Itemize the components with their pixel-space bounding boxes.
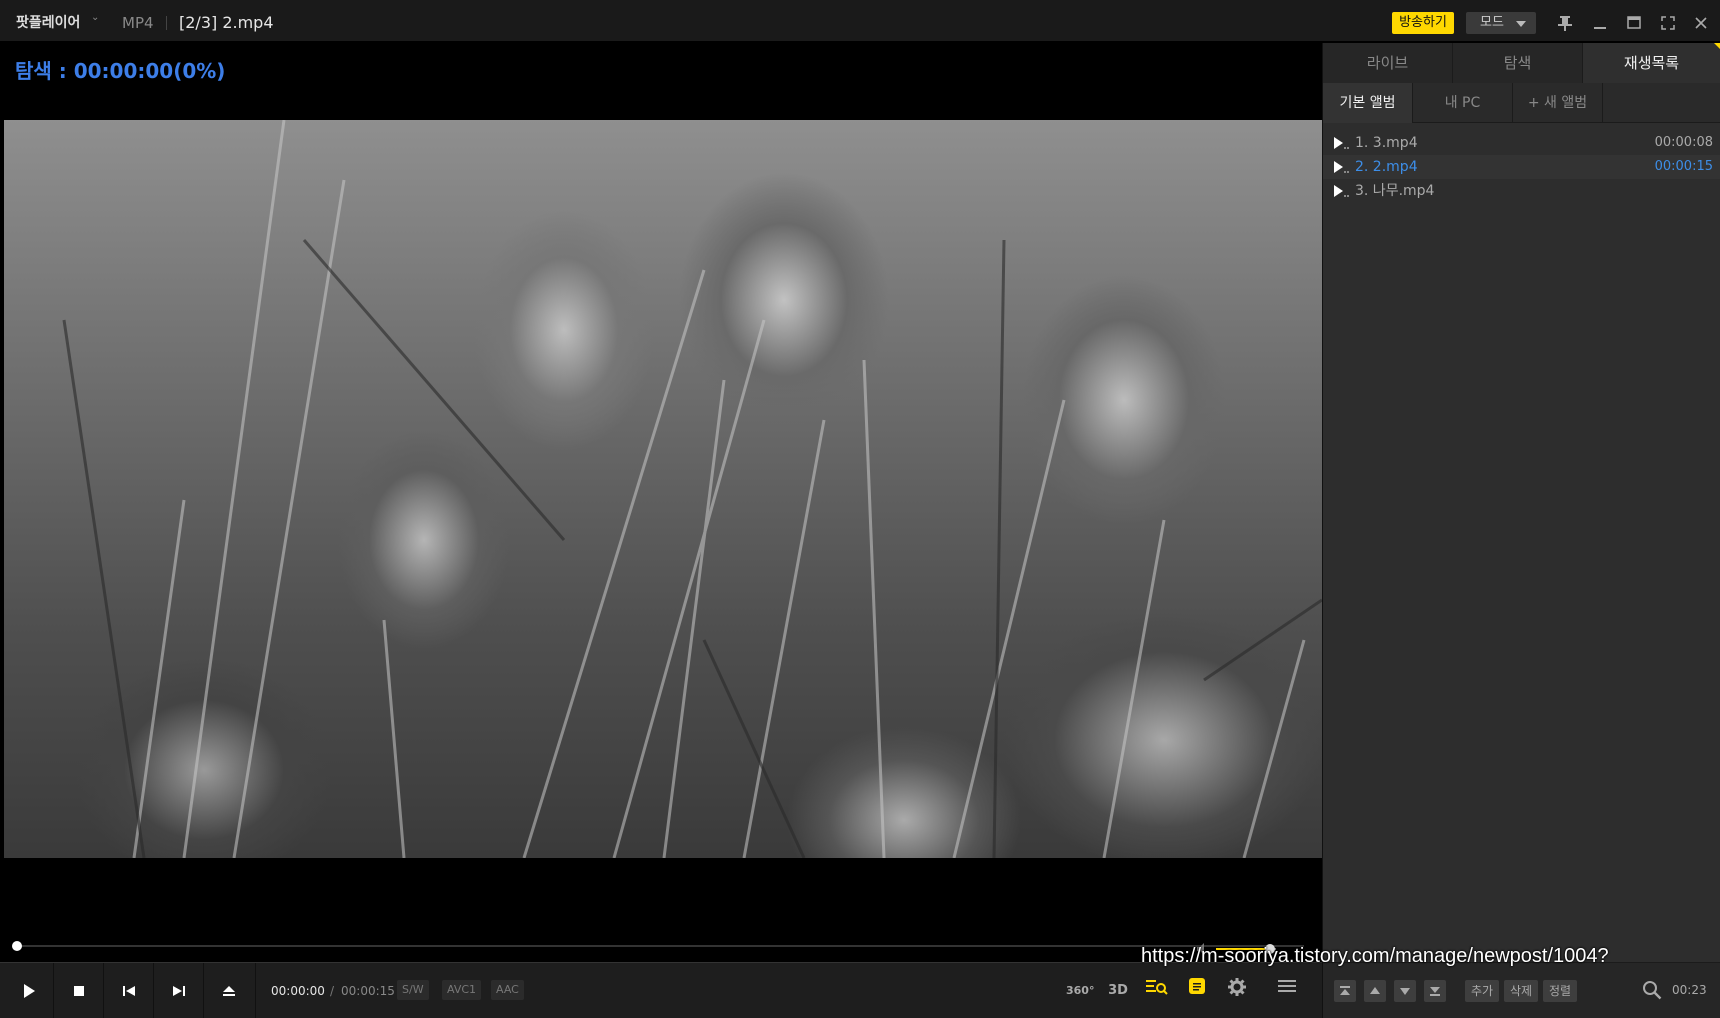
vr-360-icon[interactable]: 360°: [1066, 977, 1094, 1005]
playlist: 1. 3.mp4 00:00:08 2. 2.mp4 00:00:15 3. 나…: [1323, 131, 1720, 203]
move-top-button[interactable]: [1334, 980, 1356, 1002]
divider: [166, 16, 167, 30]
subtitle-icon[interactable]: [1183, 977, 1211, 1005]
audio-codec-tag[interactable]: AAC: [491, 980, 524, 1000]
video-codec-tag[interactable]: AVC1: [442, 980, 482, 1000]
previous-button[interactable]: [104, 963, 154, 1018]
menu-icon[interactable]: [1273, 977, 1301, 1005]
album-tab-my-pc[interactable]: 내 PC: [1413, 83, 1513, 123]
search-icon[interactable]: [1641, 979, 1663, 1005]
album-tab-new[interactable]: + 새 앨범: [1513, 83, 1603, 123]
sidebar-tabs: 라이브 탐색 재생목록: [1323, 43, 1720, 83]
playlist-toolbar: 추가 삭제 정렬 00:23: [1323, 962, 1720, 1018]
stop-icon: [74, 986, 84, 996]
move-top-icon: [1340, 986, 1350, 995]
dropdown-arrow-icon: [1516, 21, 1526, 27]
mode-dropdown[interactable]: 모드: [1466, 12, 1536, 34]
maximize-icon[interactable]: [1623, 12, 1645, 34]
stop-button[interactable]: [54, 963, 104, 1018]
tab-playlist[interactable]: 재생목록: [1583, 43, 1720, 83]
mode-label: 모드: [1480, 15, 1504, 30]
playlist-item[interactable]: 3. 나무.mp4: [1323, 179, 1720, 203]
playlist-total-time: 00:23: [1672, 983, 1707, 997]
move-bottom-icon: [1430, 987, 1440, 996]
album-tab-default[interactable]: 기본 앨범: [1323, 83, 1413, 123]
url-watermark: https://m-sooriya.tistory.com/manage/new…: [1141, 945, 1609, 967]
playlist-item[interactable]: 1. 3.mp4 00:00:08: [1323, 131, 1720, 155]
play-icon: [24, 984, 35, 998]
album-tabs: 기본 앨범 내 PC + 새 앨범: [1323, 83, 1720, 123]
current-time: 00:00:00: [271, 984, 325, 998]
chevron-down-icon[interactable]: ⌄: [91, 12, 99, 23]
sort-button[interactable]: 정렬: [1543, 980, 1578, 1002]
sidebar-panel: 라이브 탐색 재생목록 기본 앨범 내 PC + 새 앨범 1. 3.mp4 0…: [1322, 43, 1720, 1018]
playlist-item-duration: 00:00:08: [1654, 135, 1713, 150]
play-file-icon: [1334, 185, 1349, 197]
next-button[interactable]: [154, 963, 204, 1018]
delete-button[interactable]: 삭제: [1504, 980, 1539, 1002]
close-icon[interactable]: [1690, 12, 1712, 34]
title-bar: 팟플레이어 ⌄ MP4 [2/3] 2.mp4 방송하기 모드: [0, 0, 1720, 42]
skip-next-icon: [173, 986, 185, 996]
3d-mode-icon[interactable]: 3D: [1104, 977, 1132, 1005]
seek-handle[interactable]: [12, 941, 22, 951]
move-up-icon: [1370, 987, 1380, 994]
move-up-button[interactable]: [1364, 980, 1386, 1002]
pin-icon[interactable]: [1554, 12, 1576, 34]
open-button[interactable]: [204, 963, 256, 1018]
playlist-item-duration: 00:00:15: [1654, 159, 1713, 174]
playlist-item-title: 2. 2.mp4: [1355, 159, 1418, 175]
format-label: MP4: [122, 14, 154, 32]
total-time: 00:00:15: [341, 984, 395, 998]
eject-icon: [223, 986, 235, 996]
play-file-icon: [1334, 137, 1349, 149]
play-file-icon: [1334, 161, 1349, 173]
tab-live[interactable]: 라이브: [1323, 43, 1453, 83]
window-title: [2/3] 2.mp4: [179, 13, 274, 32]
broadcast-button[interactable]: 방송하기: [1392, 12, 1454, 34]
decoder-tag[interactable]: S/W: [397, 980, 429, 1000]
move-bottom-button[interactable]: [1424, 980, 1446, 1002]
seek-status-label: 탐색 : 00:00:00(0%): [15, 59, 226, 83]
time-separator: /: [330, 984, 335, 998]
fullscreen-icon[interactable]: [1657, 12, 1679, 34]
playlist-item-title: 1. 3.mp4: [1355, 135, 1418, 151]
settings-gear-icon[interactable]: [1223, 977, 1251, 1005]
playlist-item-title: 3. 나무.mp4: [1355, 183, 1435, 199]
control-bar: 00:00:00 / 00:00:15 S/W AVC1 AAC 360° 3D: [0, 962, 1322, 1018]
playlist-item[interactable]: 2. 2.mp4 00:00:15: [1323, 155, 1720, 179]
seek-search-icon[interactable]: [1143, 977, 1171, 1005]
minimize-icon[interactable]: [1589, 12, 1611, 34]
app-menu-label[interactable]: 팟플레이어: [16, 12, 80, 32]
play-button[interactable]: [4, 963, 54, 1018]
skip-previous-icon: [123, 986, 135, 996]
move-down-icon: [1400, 988, 1410, 995]
video-frame[interactable]: [4, 120, 1322, 858]
tab-explore[interactable]: 탐색: [1453, 43, 1583, 83]
seek-track[interactable]: [14, 945, 1304, 947]
seek-bar[interactable]: [0, 936, 1322, 956]
add-button[interactable]: 추가: [1465, 980, 1500, 1002]
move-down-button[interactable]: [1394, 980, 1416, 1002]
video-image: [62, 120, 1322, 858]
